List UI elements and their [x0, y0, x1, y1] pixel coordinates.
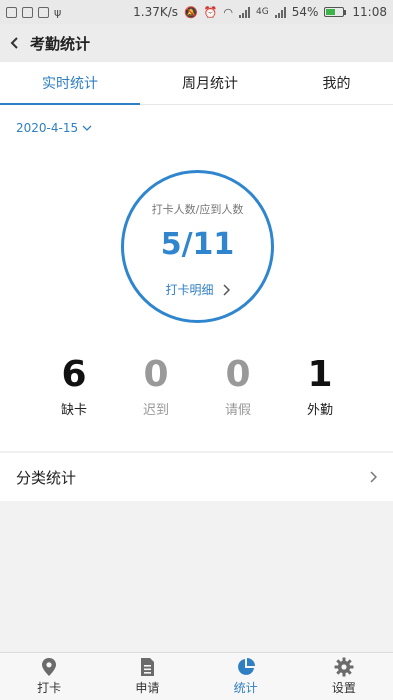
stat-label: 外勤: [306, 403, 333, 418]
stat-value: 6: [61, 354, 87, 395]
stat-value: 1: [307, 354, 333, 395]
signal-icon-2: [274, 6, 286, 18]
stat-leave[interactable]: 0 请假: [197, 354, 279, 419]
pie-chart-icon: [237, 658, 255, 675]
stat-missing-card[interactable]: 6 缺卡: [33, 354, 115, 419]
stats-panel: 2020-4-15 打卡人数/应到人数 5/11 打卡明细 6 缺卡 0 迟到 …: [0, 105, 393, 451]
nav-settings[interactable]: 设置: [295, 653, 393, 700]
tab-realtime-stats[interactable]: 实时统计: [0, 62, 140, 105]
page-title: 考勤统计: [30, 34, 91, 53]
clock: 11:08: [352, 5, 387, 19]
sim-icon: [38, 6, 49, 18]
alarm-icon: ⏰: [203, 5, 218, 19]
status-right: 1.37K/s 🔕 ⏰ ◠ 4G 54% 11:08: [133, 5, 387, 19]
trash-icon: [6, 6, 17, 18]
nav-clock-in[interactable]: 打卡: [0, 653, 98, 700]
battery-icon: [324, 7, 347, 17]
tab-weekly-monthly-stats[interactable]: 周月统计: [140, 62, 280, 104]
wifi-icon: ◠: [223, 5, 234, 19]
gear-icon: [334, 657, 354, 677]
category-stats-row[interactable]: 分类统计: [0, 453, 393, 501]
stat-value: 0: [225, 354, 251, 395]
attendance-ring: 打卡人数/应到人数 5/11 打卡明细: [121, 170, 274, 323]
clock-in-detail-link[interactable]: 打卡明细: [124, 281, 271, 298]
battery-percent: 54%: [291, 5, 319, 19]
stat-label: 迟到: [142, 403, 169, 418]
network-type: 4G: [256, 7, 269, 17]
bottom-navigation: 打卡 申请 统计 设置: [0, 652, 393, 700]
attendance-ratio-label: 打卡人数/应到人数: [151, 203, 244, 216]
stat-field-work[interactable]: 1 外勤: [279, 354, 361, 419]
chevron-down-icon: [82, 125, 92, 131]
status-left-icons: ψ: [6, 6, 61, 19]
category-stats-label: 分类统计: [16, 468, 77, 487]
image-icon: [22, 6, 33, 18]
battery-fill: [326, 9, 336, 15]
stat-label: 请假: [224, 403, 251, 418]
date-selector[interactable]: 2020-4-15: [16, 121, 92, 135]
clock-in-detail-label: 打卡明细: [165, 283, 214, 297]
tab-bar: 实时统计 周月统计 我的: [0, 62, 393, 105]
stat-label: 缺卡: [60, 403, 87, 418]
nav-apply[interactable]: 申请: [98, 653, 196, 700]
usb-icon: ψ: [54, 5, 62, 19]
nav-label: 设置: [331, 681, 356, 695]
stats-row: 6 缺卡 0 迟到 0 请假 1 外勤: [33, 354, 361, 419]
tab-mine[interactable]: 我的: [280, 62, 393, 104]
status-bar: ψ 1.37K/s 🔕 ⏰ ◠ 4G 54% 11:08: [0, 0, 393, 24]
stat-late[interactable]: 0 迟到: [115, 354, 197, 419]
signal-icon: [239, 6, 251, 18]
nav-label: 申请: [135, 681, 160, 695]
nav-statistics[interactable]: 统计: [197, 653, 295, 700]
attendance-ratio-value: 5/11: [160, 227, 235, 262]
location-pin-icon: [42, 658, 57, 676]
chevron-left-icon: [10, 37, 18, 49]
document-icon: [141, 658, 155, 676]
back-button[interactable]: [0, 24, 30, 62]
mute-icon: 🔕: [184, 5, 198, 19]
chevron-right-icon: [222, 283, 230, 296]
nav-label: 统计: [233, 681, 258, 695]
title-bar: 考勤统计: [0, 24, 393, 62]
network-speed: 1.37K/s: [133, 5, 179, 19]
date-value: 2020-4-15: [16, 121, 79, 135]
stat-value: 0: [143, 354, 169, 395]
chevron-right-icon: [370, 471, 377, 483]
nav-label: 打卡: [37, 681, 62, 695]
